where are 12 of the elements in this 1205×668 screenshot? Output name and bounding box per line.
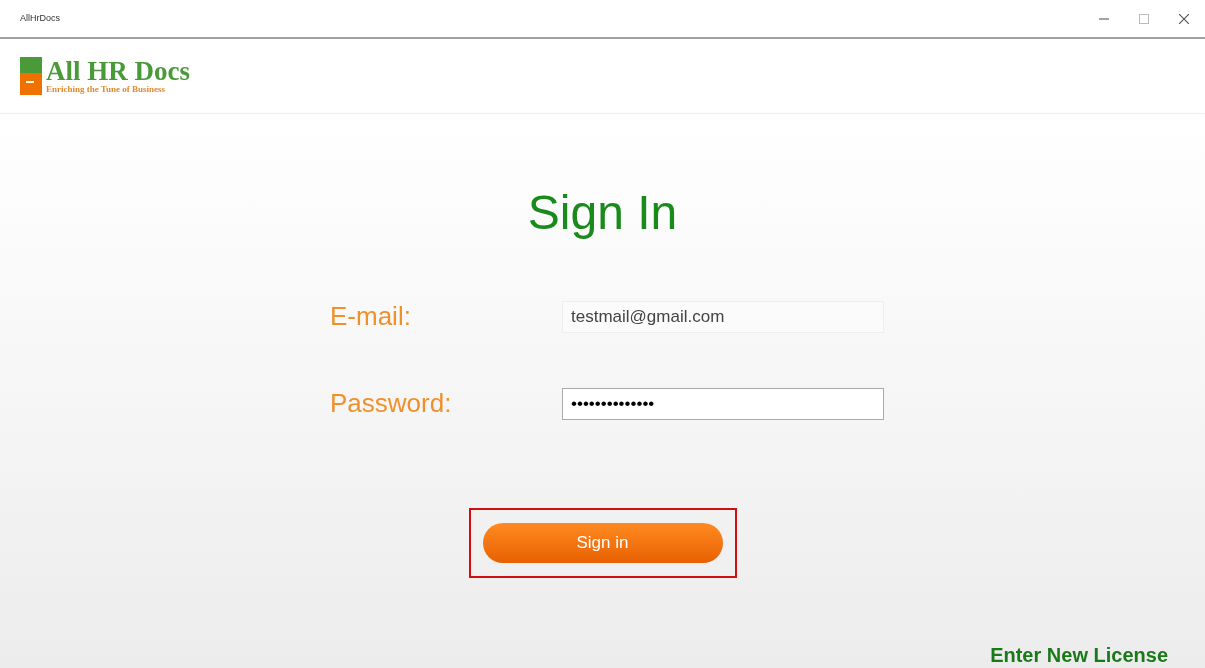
license-link[interactable]: Enter New License	[990, 640, 1168, 668]
logo-name: All HR Docs	[46, 58, 190, 85]
maximize-icon[interactable]	[1139, 13, 1149, 24]
logo-tagline: Enriching the Tune of Business	[46, 85, 167, 94]
input-field[interactable]: testmail@gmail.com	[562, 300, 884, 333]
sign-in-heading: Sign In	[527, 189, 678, 237]
input-field[interactable]: ••••••••••••••	[562, 387, 884, 420]
logo-icon	[20, 57, 44, 95]
field-label: Password:	[330, 387, 453, 420]
field-label: E-mail:	[330, 300, 412, 333]
window-title: AllHrDocs	[20, 11, 60, 25]
close-icon[interactable]	[1179, 13, 1189, 24]
